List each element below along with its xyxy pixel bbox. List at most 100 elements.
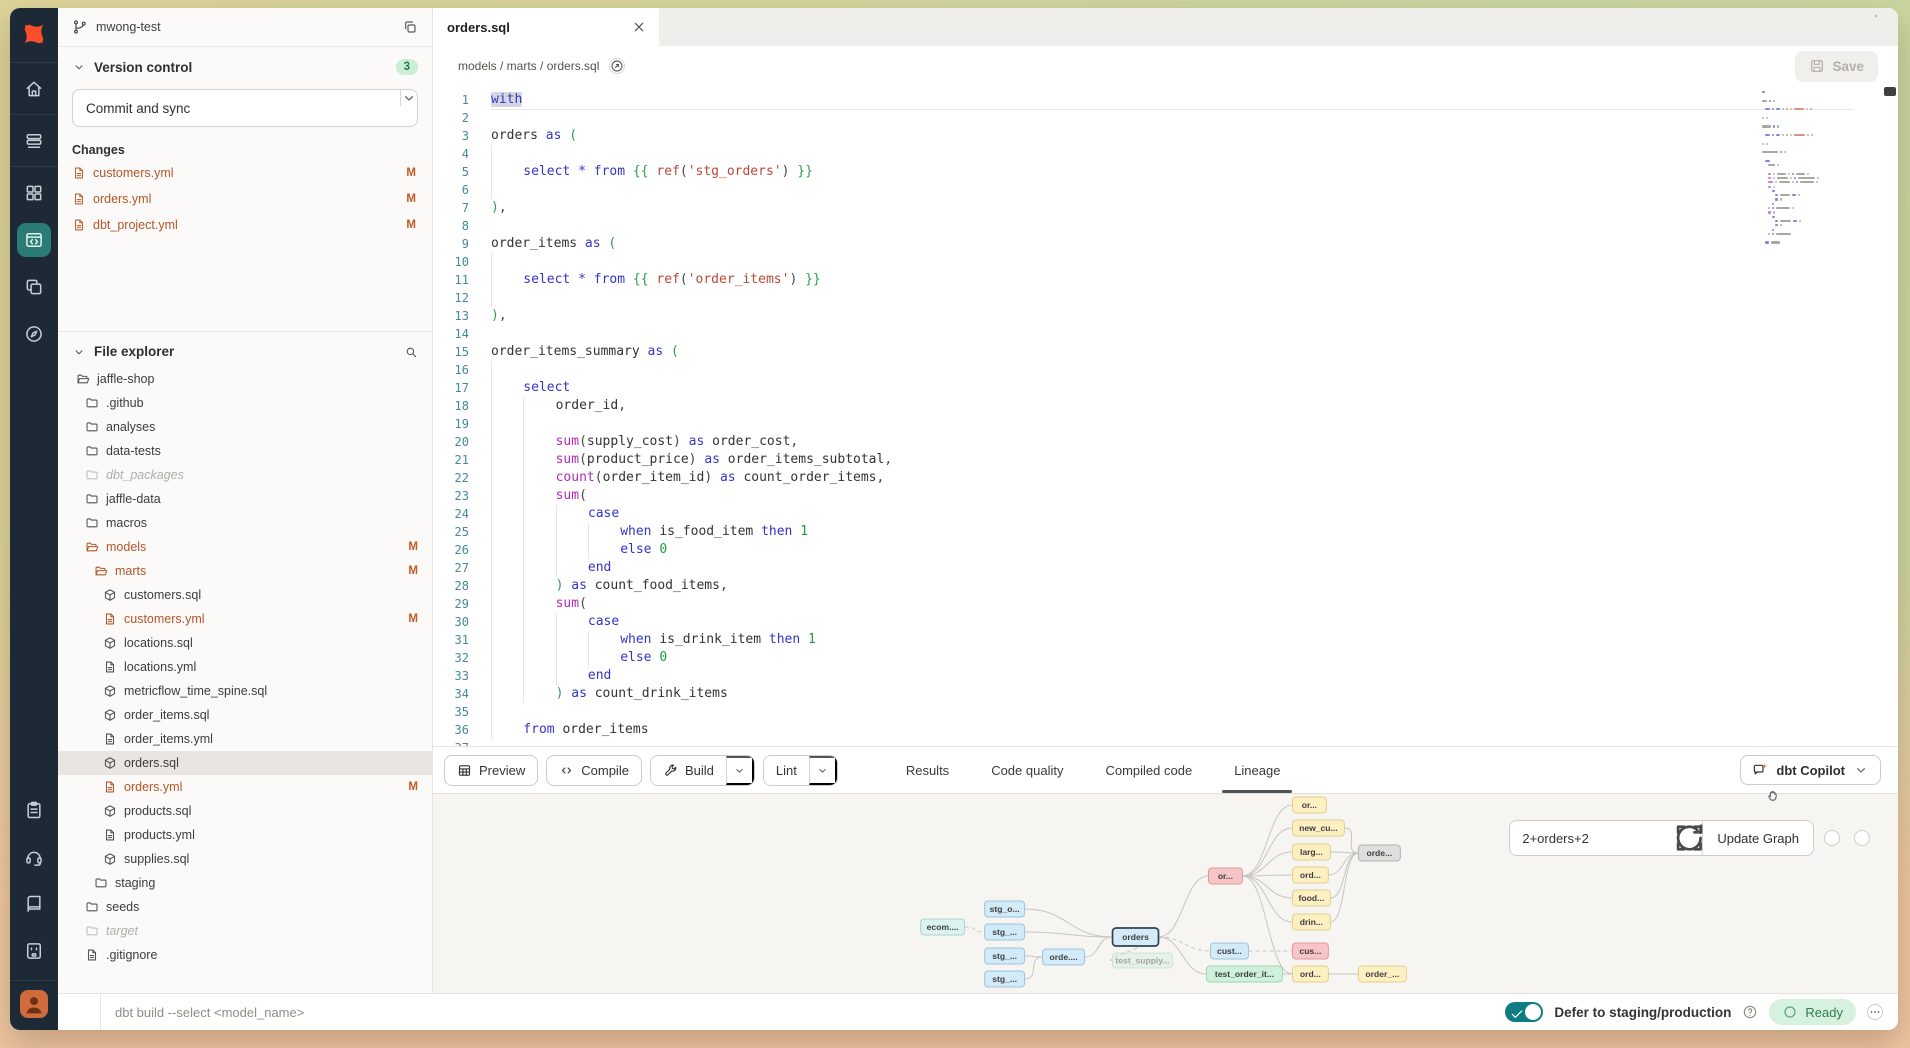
code-line-11[interactable]: 11select * from {{ ref('order_items') }}: [433, 271, 1898, 289]
code-line-17[interactable]: 17select: [433, 379, 1898, 397]
editor-minimap[interactable]: [1762, 90, 1840, 249]
search-icon[interactable]: [404, 345, 418, 359]
changed-file-customers.yml[interactable]: customers.ymlM: [72, 163, 418, 183]
tab-code-quality[interactable]: Code quality: [985, 747, 1069, 793]
command-input[interactable]: [101, 1004, 1505, 1021]
tree-item-macros[interactable]: macros: [58, 511, 432, 535]
code-line-2[interactable]: 2: [433, 109, 1898, 127]
code-line-8[interactable]: 8: [433, 217, 1898, 235]
tab-compiled-code[interactable]: Compiled code: [1099, 747, 1198, 793]
tree-item-.github[interactable]: .github: [58, 391, 432, 415]
rail-item-explore[interactable]: [10, 310, 58, 357]
tree-item-jaffle-data[interactable]: jaffle-data: [58, 487, 432, 511]
code-line-9[interactable]: 9order_items as (: [433, 235, 1898, 253]
code-line-31[interactable]: 31when is_drink_item then 1: [433, 631, 1898, 649]
rail-item-deploy[interactable]: [10, 117, 58, 164]
code-line-28[interactable]: 28) as count_food_items,: [433, 577, 1898, 595]
changed-file-dbt_project.yml[interactable]: dbt_project.ymlM: [72, 215, 418, 235]
rail-item-feedback[interactable]: [10, 927, 58, 974]
save-button[interactable]: Save: [1795, 51, 1878, 82]
tree-item-orders.sql[interactable]: orders.sql: [58, 751, 432, 775]
tree-item-staging[interactable]: staging: [58, 871, 432, 895]
close-tab-icon[interactable]: [631, 19, 647, 35]
tree-item-locations.sql[interactable]: locations.sql: [58, 631, 432, 655]
code-line-33[interactable]: 33end: [433, 667, 1898, 685]
tree-item-products.yml[interactable]: products.yml: [58, 823, 432, 847]
commit-and-sync-button[interactable]: Commit and sync: [72, 89, 418, 127]
tree-item-orders.yml[interactable]: orders.ymlM: [58, 775, 432, 799]
code-line-16[interactable]: 16: [433, 361, 1898, 379]
code-line-14[interactable]: 14: [433, 325, 1898, 343]
build-options-chevron[interactable]: [726, 756, 754, 785]
code-editor[interactable]: 1with23orders as (45select * from {{ ref…: [433, 86, 1898, 746]
build-button[interactable]: Build: [651, 756, 726, 785]
code-line-1[interactable]: 1with: [433, 91, 1898, 109]
tree-item-customers.sql[interactable]: customers.sql: [58, 583, 432, 607]
defer-toggle[interactable]: [1505, 1002, 1543, 1022]
tree-item-analyses[interactable]: analyses: [58, 415, 432, 439]
code-line-10[interactable]: 10: [433, 253, 1898, 271]
compile-button[interactable]: Compile: [546, 755, 642, 786]
code-line-21[interactable]: 21sum(product_price) as order_items_subt…: [433, 451, 1898, 469]
rail-item-user-avatar[interactable]: [10, 980, 58, 1026]
lineage-panel[interactable]: ecom....stg_o...stg_...stg_...stg_...ord…: [433, 793, 1898, 993]
rail-item-changelog[interactable]: [10, 786, 58, 833]
code-line-4[interactable]: 4: [433, 145, 1898, 163]
tree-item-products.sql[interactable]: products.sql: [58, 799, 432, 823]
code-line-30[interactable]: 30case: [433, 613, 1898, 631]
code-line-12[interactable]: 12: [433, 289, 1898, 307]
code-line-37[interactable]: 37: [433, 739, 1898, 746]
more-options-button[interactable]: [1867, 1004, 1883, 1020]
changed-file-orders.yml[interactable]: orders.ymlM: [72, 189, 418, 209]
refresh-graph-button[interactable]: [1854, 830, 1870, 846]
code-line-26[interactable]: 26else 0: [433, 541, 1898, 559]
code-line-36[interactable]: 36from order_items: [433, 721, 1898, 739]
code-line-3[interactable]: 3orders as (: [433, 127, 1898, 145]
tree-item-jaffle-shop[interactable]: jaffle-shop: [58, 367, 432, 391]
editor-scrollbar[interactable]: [1884, 87, 1896, 96]
lint-options-chevron[interactable]: [809, 756, 837, 785]
expand-command-bar-button[interactable]: [78, 1004, 94, 1020]
code-line-23[interactable]: 23sum(: [433, 487, 1898, 505]
code-line-13[interactable]: 13),: [433, 307, 1898, 325]
rail-item-home[interactable]: [10, 65, 58, 112]
tree-item-dbt-packages[interactable]: dbt_packages: [58, 463, 432, 487]
preview-button[interactable]: Preview: [444, 755, 538, 786]
code-line-22[interactable]: 22count(order_item_id) as count_order_it…: [433, 469, 1898, 487]
code-line-20[interactable]: 20sum(supply_cost) as order_cost,: [433, 433, 1898, 451]
user-avatar[interactable]: [20, 990, 48, 1018]
open-in-lineage-button[interactable]: [609, 58, 625, 74]
code-line-7[interactable]: 7),: [433, 199, 1898, 217]
tree-item-locations.yml[interactable]: locations.yml: [58, 655, 432, 679]
code-line-18[interactable]: 18order_id,: [433, 397, 1898, 415]
tree-item-target[interactable]: target: [58, 919, 432, 943]
help-icon[interactable]: [1742, 1004, 1758, 1020]
tab-results[interactable]: Results: [900, 747, 955, 793]
copy-branch-icon[interactable]: [402, 19, 418, 35]
code-line-25[interactable]: 25when is_food_item then 1: [433, 523, 1898, 541]
tree-item-models[interactable]: modelsM: [58, 535, 432, 559]
dbt-copilot-button[interactable]: dbt Copilot: [1740, 755, 1881, 785]
tree-item-data-tests[interactable]: data-tests: [58, 439, 432, 463]
code-line-24[interactable]: 24case: [433, 505, 1898, 523]
rail-item-dashboards[interactable]: [10, 169, 58, 216]
code-line-5[interactable]: 5select * from {{ ref('stg_orders') }}: [433, 163, 1898, 181]
rail-item-documentation[interactable]: [10, 880, 58, 927]
chevron-down-icon[interactable]: [72, 60, 86, 74]
tree-item-order-items.sql[interactable]: order_items.sql: [58, 703, 432, 727]
rail-item-develop[interactable]: [10, 216, 58, 263]
code-line-29[interactable]: 29sum(: [433, 595, 1898, 613]
code-line-6[interactable]: 6: [433, 181, 1898, 199]
rail-item-orchestration[interactable]: [10, 263, 58, 310]
tree-item-metricflow-time-spine.sql[interactable]: metricflow_time_spine.sql: [58, 679, 432, 703]
tree-item-order-items.yml[interactable]: order_items.yml: [58, 727, 432, 751]
code-line-15[interactable]: 15order_items_summary as (: [433, 343, 1898, 361]
code-line-32[interactable]: 32else 0: [433, 649, 1898, 667]
commit-options-chevron[interactable]: [400, 90, 417, 106]
new-tab-button[interactable]: [1868, 8, 1884, 24]
tab-lineage[interactable]: Lineage: [1228, 747, 1286, 793]
code-line-35[interactable]: 35: [433, 703, 1898, 721]
tree-item-.gitignore[interactable]: .gitignore: [58, 943, 432, 967]
tree-item-marts[interactable]: martsM: [58, 559, 432, 583]
tree-item-supplies.sql[interactable]: supplies.sql: [58, 847, 432, 871]
